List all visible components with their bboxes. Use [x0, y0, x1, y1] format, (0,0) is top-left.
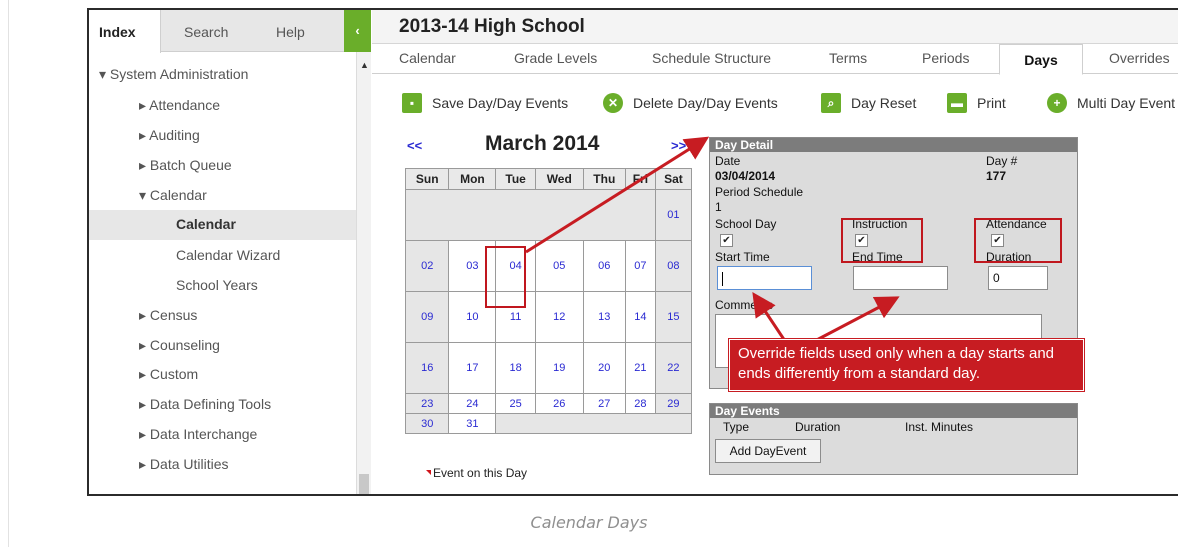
figure-caption: Calendar Days	[530, 513, 648, 532]
arrow-to-day-detail	[525, 136, 710, 254]
annotation-arrows	[525, 136, 900, 346]
annotation-callout: Override fields used only when a day sta…	[729, 339, 1084, 391]
arrow-to-end-time	[808, 296, 900, 346]
arrow-to-start-time	[752, 292, 789, 345]
screenshot: Index Search Help ‹ ▾ System Administrat…	[87, 8, 1178, 496]
